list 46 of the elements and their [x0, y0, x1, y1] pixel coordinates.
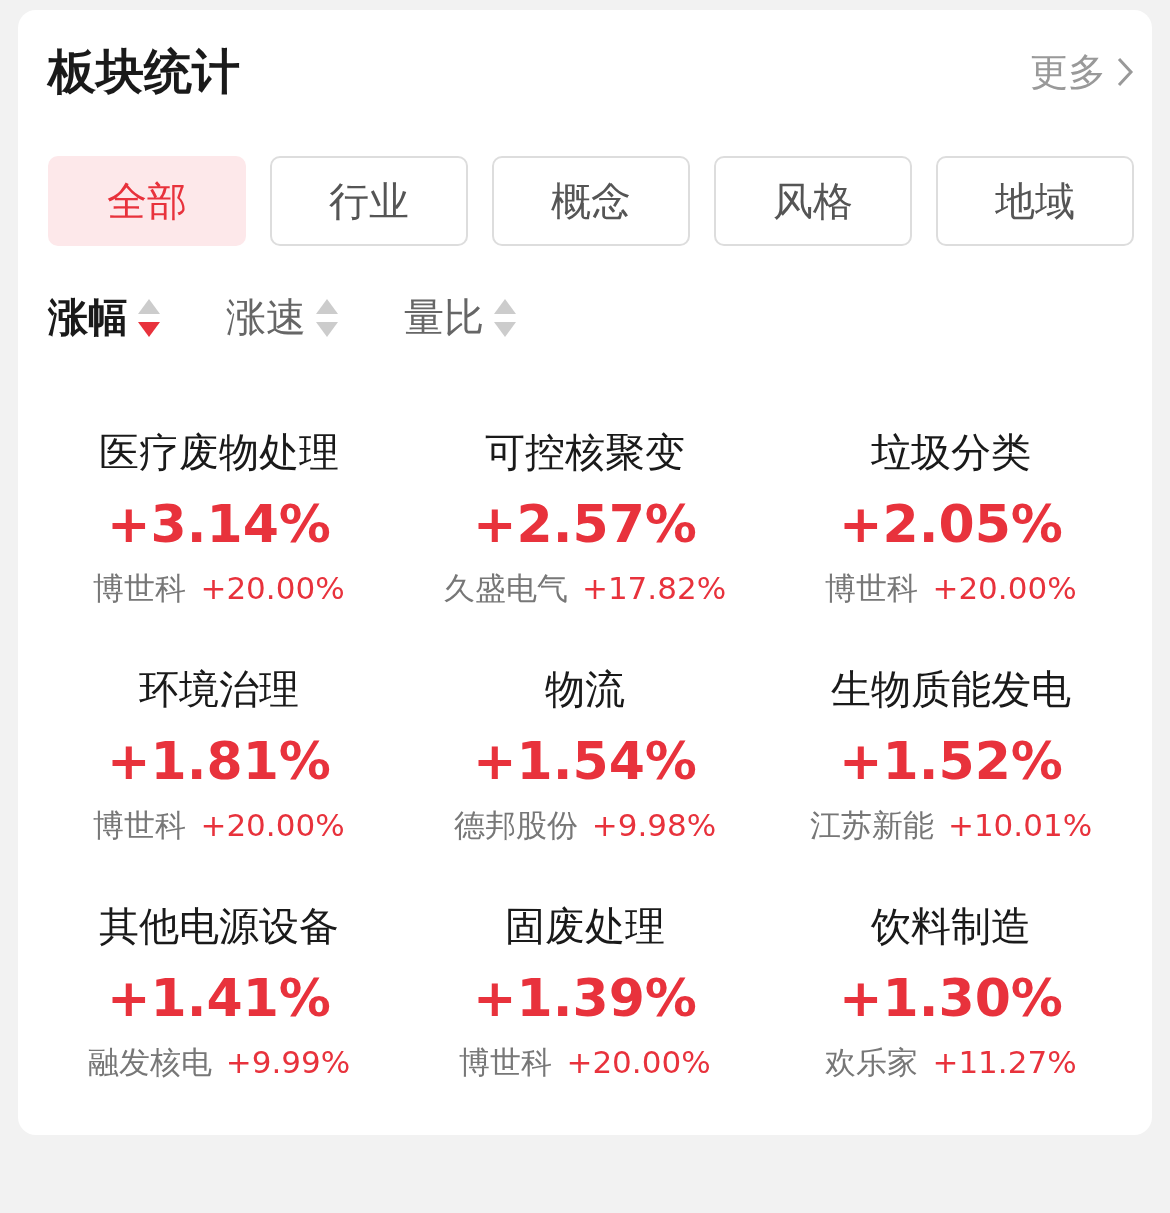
sort-option[interactable]: 量比 [404, 290, 516, 345]
sort-option[interactable]: 涨幅 [48, 290, 160, 345]
sector-change: +1.30% [839, 968, 1063, 1028]
sector-change: +1.39% [473, 968, 697, 1028]
leader-stock: 博世科 [459, 1043, 553, 1082]
sort-option[interactable]: 涨速 [226, 290, 338, 345]
sector-name: 其他电源设备 [99, 902, 339, 951]
leader-change: +20.00% [200, 570, 345, 606]
leader-change: +9.98% [591, 807, 717, 843]
chevron-right-icon [1116, 56, 1134, 88]
leader-change: +11.27% [932, 1044, 1077, 1080]
sector-name: 生物质能发电 [831, 665, 1071, 714]
sector-change: +1.41% [107, 968, 331, 1028]
leader-change: +10.01% [947, 807, 1093, 843]
leader-stock: 博世科 [825, 569, 919, 608]
leader-change: +20.00% [200, 807, 345, 843]
sector-change: +1.52% [839, 731, 1063, 791]
sector-name: 垃圾分类 [871, 428, 1031, 477]
filter-tab[interactable]: 风格 [714, 156, 912, 246]
filter-tab[interactable]: 行业 [270, 156, 468, 246]
leader-change: +20.00% [566, 1044, 711, 1080]
leader-change: +9.99% [225, 1044, 351, 1080]
sector-change: +1.81% [107, 731, 331, 791]
leader-stock: 博世科 [93, 569, 187, 608]
leader-stock: 欢乐家 [825, 1043, 919, 1082]
leader-change: +20.00% [932, 570, 1077, 606]
sector-name: 环境治理 [139, 665, 299, 714]
sector-name: 饮料制造 [871, 902, 1031, 951]
leader-stock: 江苏新能 [809, 806, 934, 845]
leader-stock: 德邦股份 [453, 806, 578, 845]
leader-stock: 久盛电气 [443, 569, 568, 608]
sector-change: +1.54% [473, 731, 697, 791]
sector-change: +3.14% [107, 494, 331, 554]
sector-name: 物流 [545, 665, 625, 714]
filter-tab[interactable]: 全部 [48, 156, 246, 246]
leader-stock: 融发核电 [87, 1043, 212, 1082]
sector-change: +2.57% [473, 494, 697, 554]
leader-stock: 博世科 [93, 806, 187, 845]
sector-name: 可控核聚变 [485, 428, 685, 477]
leader-change: +17.82% [581, 570, 727, 606]
sector-name: 固废处理 [505, 902, 665, 951]
section-title: 板块统计 [48, 42, 240, 101]
filter-tab[interactable]: 概念 [492, 156, 690, 246]
sector-name: 医疗废物处理 [99, 428, 339, 477]
sector-change: +2.05% [839, 494, 1063, 554]
filter-tab[interactable]: 地域 [936, 156, 1134, 246]
